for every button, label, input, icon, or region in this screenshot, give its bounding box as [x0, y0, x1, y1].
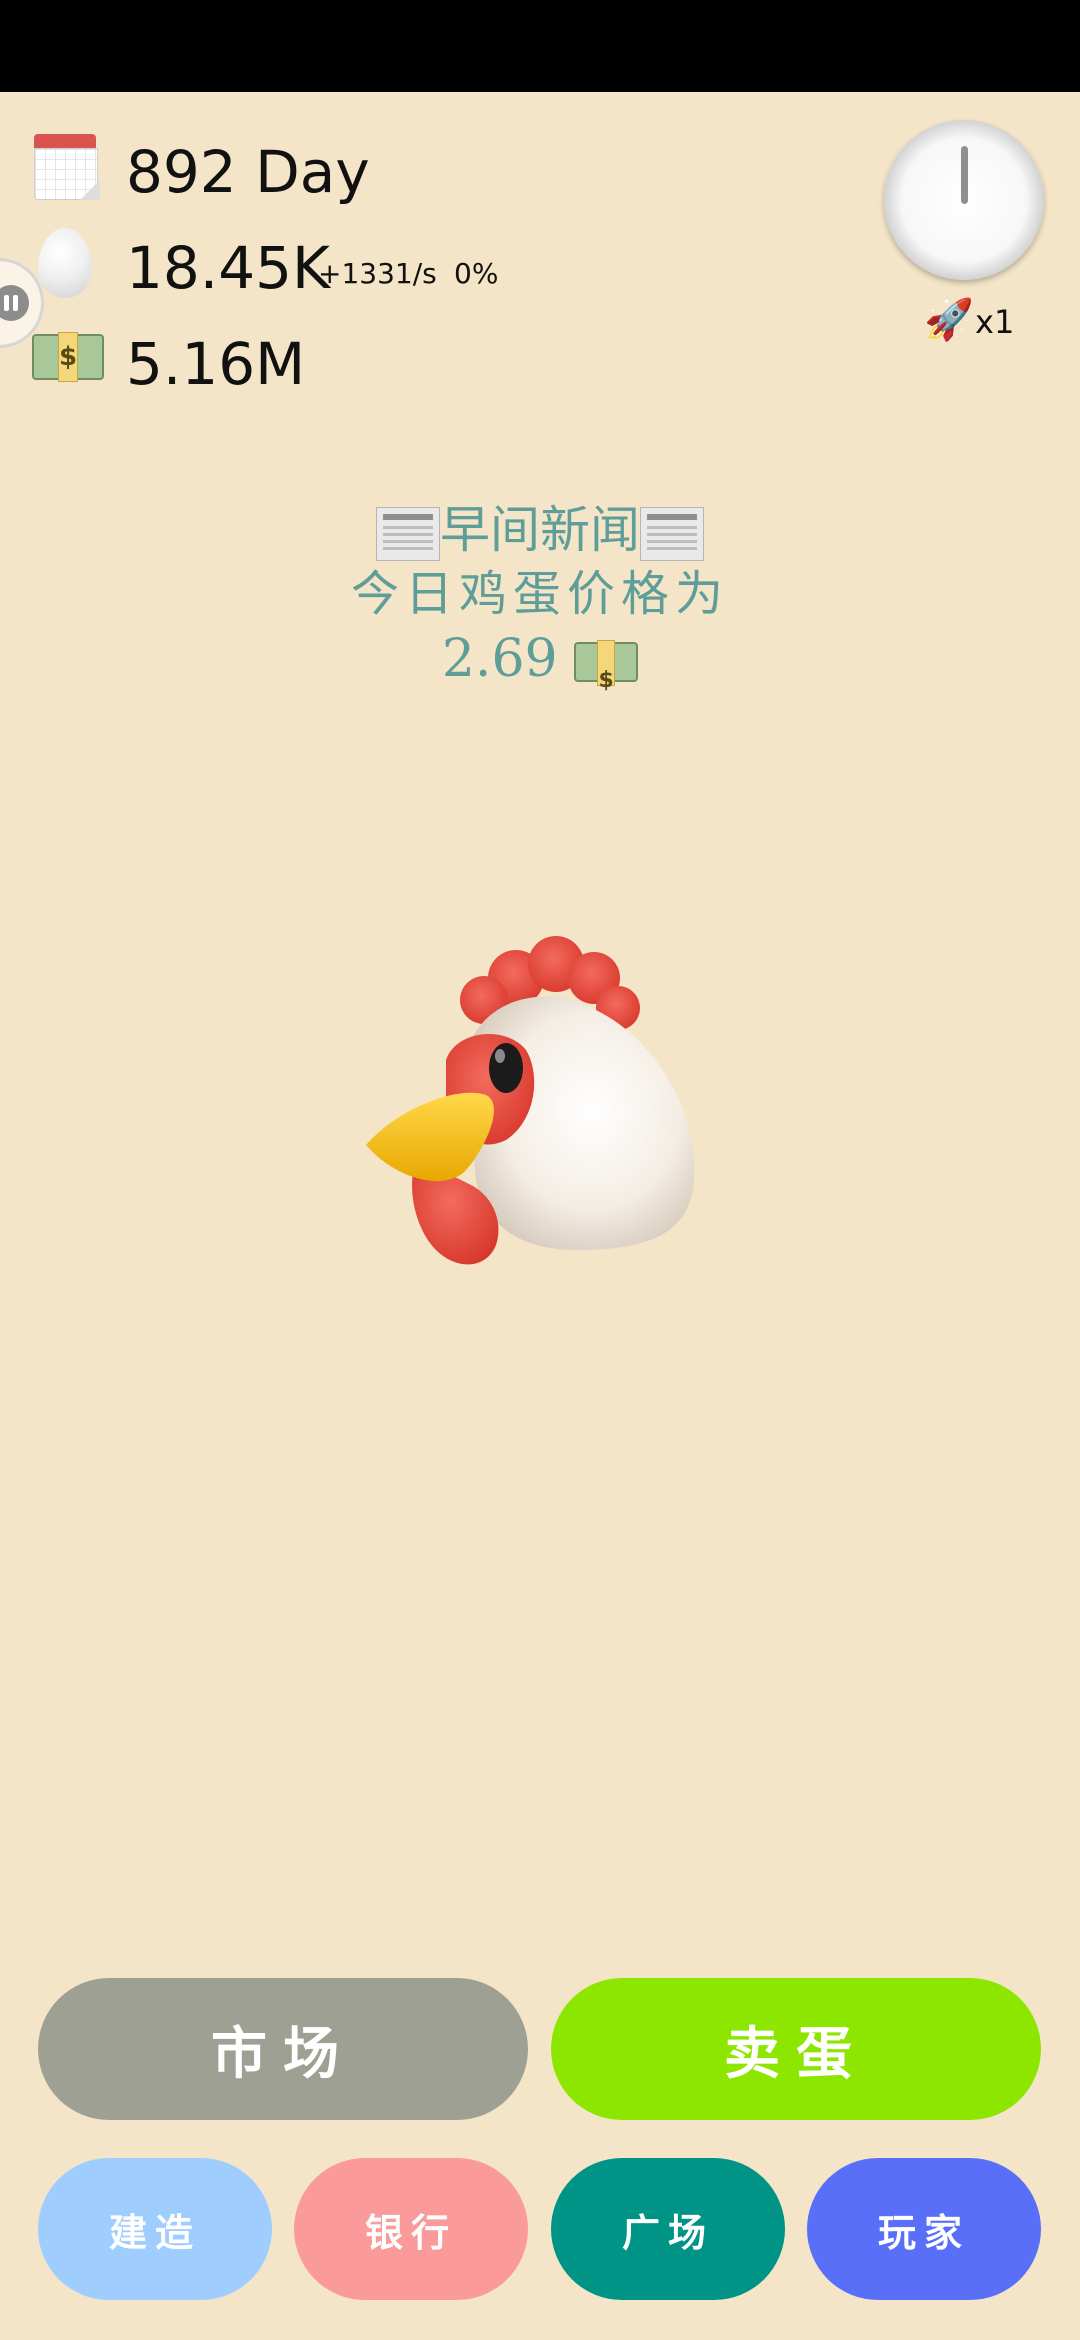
sell-eggs-button[interactable]: 卖蛋 [551, 1978, 1041, 2120]
clock-icon[interactable] [884, 120, 1044, 280]
news-headline: 早间新闻 [440, 501, 640, 559]
newspaper-icon [376, 507, 440, 561]
egg-percent: 0% [454, 257, 499, 290]
news-text: 今日鸡蛋价格为 [350, 566, 729, 622]
build-button[interactable]: 建造 [38, 2158, 272, 2300]
egg-price: 2.69 [441, 629, 558, 689]
rocket-icon[interactable]: 🚀 [924, 298, 974, 342]
money-amount: 5.16M [126, 330, 306, 398]
egg-count: 18.45K [126, 234, 331, 302]
speed-multiplier[interactable]: x1 [975, 303, 1014, 341]
bank-button[interactable]: 银行 [294, 2158, 528, 2300]
status-bar [0, 0, 1080, 92]
money-icon: $ [32, 332, 104, 384]
news-headline-row: 早间新闻 [0, 498, 1080, 562]
day-counter: 892 Day [126, 138, 370, 206]
player-button[interactable]: 玩家 [807, 2158, 1041, 2300]
egg-rate: +1331/s [318, 257, 437, 290]
egg-icon [38, 228, 92, 298]
plaza-button[interactable]: 广场 [551, 2158, 785, 2300]
chicken-icon[interactable] [356, 930, 706, 1290]
market-button[interactable]: 市场 [38, 1978, 528, 2120]
newspaper-icon [640, 507, 704, 561]
pause-icon [0, 285, 29, 321]
calendar-icon [34, 134, 100, 200]
news-price-row: 2.69 $ [0, 626, 1080, 693]
money-icon: $ [574, 639, 639, 693]
